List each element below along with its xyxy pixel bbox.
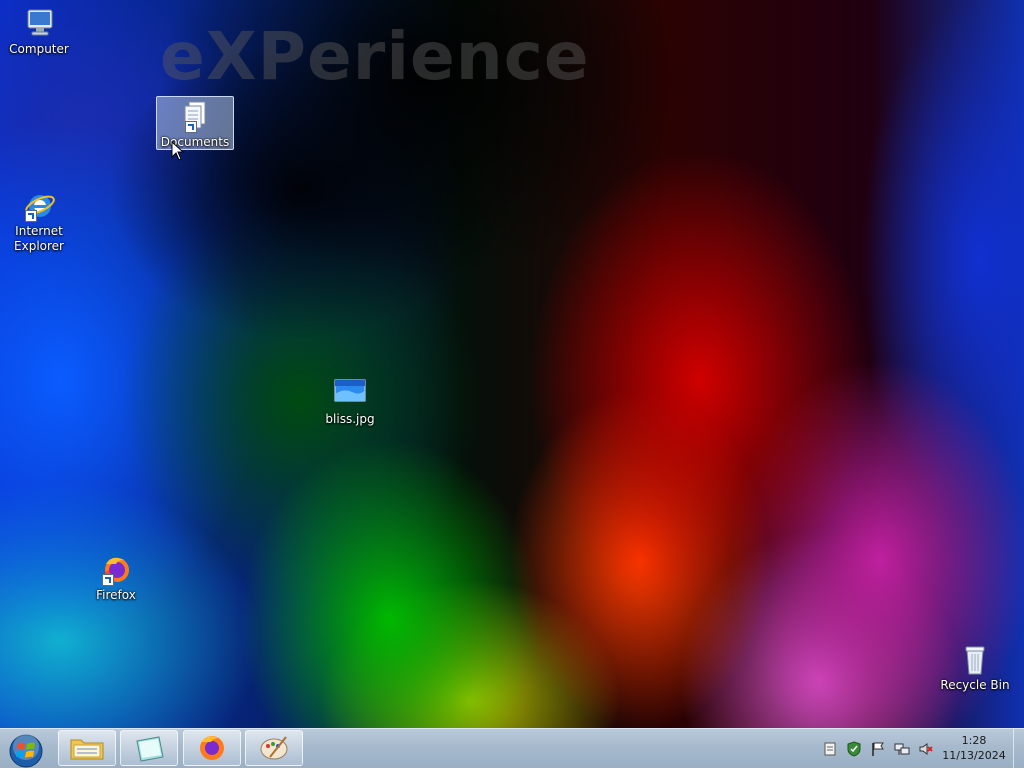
computer-icon <box>21 6 57 42</box>
taskbar: 1:28 11/13/2024 <box>0 728 1024 769</box>
firefox-icon <box>98 552 134 588</box>
shortcut-arrow-icon <box>25 210 37 222</box>
system-clock[interactable]: 1:28 11/13/2024 <box>932 733 1016 763</box>
desktop-icon-label: Recycle Bin <box>940 678 1010 692</box>
shortcut-arrow-icon <box>185 121 197 133</box>
mouse-cursor-icon <box>171 141 185 161</box>
recycle-bin-icon <box>957 642 993 678</box>
clock-time: 1:28 <box>961 734 987 747</box>
desktop-icon-label: Firefox <box>96 588 136 602</box>
desktop-icon-documents[interactable]: Documents <box>156 96 234 150</box>
notepad-icon <box>136 736 164 762</box>
folder-icon <box>70 739 104 760</box>
shortcut-arrow-icon <box>102 574 114 586</box>
desktop-icon-label: Computer <box>9 42 69 56</box>
clock-date: 11/13/2024 <box>942 749 1006 762</box>
notes-icon[interactable] <box>822 741 838 757</box>
documents-icon <box>177 99 213 135</box>
wallpaper-watermark: eXPerience <box>160 18 590 95</box>
start-button[interactable] <box>6 732 46 768</box>
taskbar-button-explorer[interactable] <box>58 730 116 766</box>
desktop-icon-computer[interactable]: Computer <box>1 6 77 57</box>
desktop[interactable]: eXPerience Computer Documents Internet E… <box>0 0 1024 728</box>
show-desktop-button[interactable] <box>1013 729 1024 769</box>
taskbar-button-paint[interactable] <box>245 730 303 766</box>
security-shield-icon[interactable] <box>846 741 862 757</box>
image-file-icon <box>332 376 368 412</box>
internet-explorer-icon <box>21 188 57 224</box>
firefox-icon <box>200 736 224 760</box>
desktop-icon-recycle-bin[interactable]: Recycle Bin <box>937 642 1013 693</box>
desktop-icon-label: bliss.jpg <box>325 412 375 426</box>
desktop-icon-bliss-jpg[interactable]: bliss.jpg <box>312 376 388 427</box>
windows-start-orb-icon <box>9 734 43 768</box>
taskbar-button-firefox[interactable] <box>183 730 241 766</box>
taskbar-button-notepad[interactable] <box>120 730 178 766</box>
network-icon[interactable] <box>894 741 910 757</box>
paint-icon <box>260 736 288 760</box>
desktop-icon-firefox[interactable]: Firefox <box>78 552 154 603</box>
desktop-icon-label: Internet Explorer <box>14 224 64 253</box>
action-center-flag-icon[interactable] <box>870 741 886 757</box>
desktop-icon-internet-explorer[interactable]: Internet Explorer <box>1 188 77 254</box>
